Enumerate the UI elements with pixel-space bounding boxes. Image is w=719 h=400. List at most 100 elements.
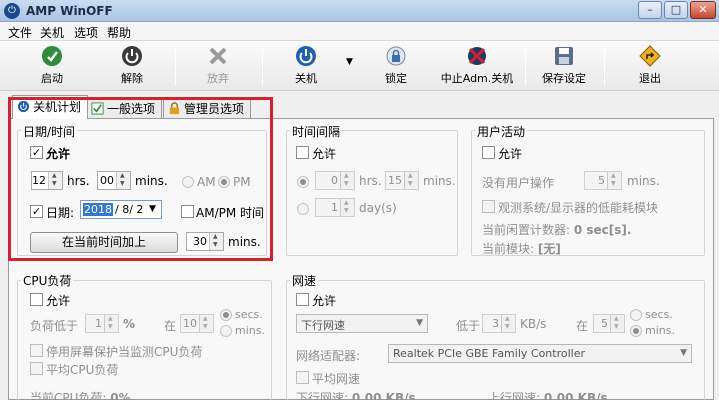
network-up-speed: 上行网速: 0.00 KB/s [488,391,608,400]
network-speed-spinner[interactable]: 3 [482,314,516,333]
cpu-load-spinner[interactable]: 1 [85,314,119,333]
maximize-button[interactable]: □ [664,1,688,19]
cpu-secs-radio[interactable] [220,309,232,321]
date-picker[interactable]: 2018 / 8/ 2 ▼ [80,200,162,219]
am-label: AM [197,175,216,189]
network-within-label: 在 [576,319,589,333]
cpu-mins-radio[interactable] [220,325,232,337]
tab-shutdown-schedule[interactable]: 关机计划 [12,95,89,119]
observe-lowpower-checkbox[interactable] [482,200,495,213]
idle-counter-label: 当前闲置计数器: 0 sec[s]. [482,223,632,237]
current-module-label: 当前模块: [无] [482,242,561,256]
network-allow-label: 允许 [312,294,337,308]
date-year: 2018 [83,203,113,216]
abort-admin-shutdown-button[interactable]: 中止Adm.关机 [440,44,514,88]
interval-allow-label: 允许 [312,147,337,161]
am-radio[interactable] [182,176,194,188]
hours-spinner[interactable]: 12 [31,171,63,190]
network-adapter-label: 网络适配器: [296,349,361,363]
network-direction-select[interactable]: 下行网速 ▼ [296,314,428,333]
date-month-day: / 8/ 2 [115,203,144,216]
shutdown-power-icon [296,46,316,66]
tab-power-icon [17,100,30,113]
cpu-average-checkbox[interactable] [30,362,43,375]
lock-button[interactable]: 锁定 [374,44,418,88]
menu-shutdown[interactable]: 关机 [40,24,64,41]
cpu-secs-label: secs. [235,308,263,321]
interval-hrs-label: hrs. [359,174,382,188]
toolbar-separator [604,47,605,85]
ampm-time-checkbox[interactable] [181,205,194,218]
cpu-load-below-label: 负荷低于 [30,319,79,333]
save-settings-button[interactable]: 保存设定 [538,44,590,88]
add-to-current-time-button[interactable]: 在当前时间加上 [30,232,178,253]
exit-button[interactable]: 退出 [628,44,672,88]
network-within-spinner[interactable]: 5 [593,314,625,333]
hrs-label: hrs. [67,174,90,188]
lock-icon [386,46,406,66]
datetime-allow-label: 允许 [46,147,71,161]
network-mins-label: mins. [645,324,675,337]
cross-icon [209,47,227,65]
abort-icon [468,47,486,65]
interval-days-spinner[interactable]: 1 [315,198,355,217]
network-down-speed: 下行网速: 0.00 KB/s [296,391,416,400]
pm-radio[interactable] [218,176,230,188]
interval-minutes-spinner[interactable]: 15 [385,171,419,190]
network-secs-radio[interactable] [630,309,642,321]
start-icon [42,46,62,66]
cpu-mins-label: mins. [235,324,265,337]
network-allow-checkbox[interactable] [296,293,309,306]
menu-file[interactable]: 文件 [8,24,32,41]
datetime-group-title: 日期/时间 [21,123,78,140]
cpu-allow-checkbox[interactable] [30,293,43,306]
cpu-average-label: 平均CPU负荷 [46,363,119,377]
close-button[interactable]: ✕ [690,1,716,19]
cpu-percent-label: % [123,317,136,331]
user-activity-group-title: 用户活动 [475,123,528,140]
menu-bar: 文件 关机 选项 帮助 [0,22,719,41]
exit-icon [639,45,661,67]
interval-mins-label: mins. [423,174,456,188]
date-checkbox[interactable]: ✓ [30,205,43,218]
unlock-button[interactable]: 解除 [110,44,154,88]
pm-label: PM [233,175,251,189]
network-mins-radio[interactable] [630,325,642,337]
interval-group-title: 时间间隔 [290,123,343,140]
app-power-icon: ⏻ [4,3,20,19]
interval-days-label: day(s) [359,201,397,215]
power-icon [122,46,142,66]
tab-checkbox-icon [91,102,104,115]
add-minutes-spinner[interactable]: 30 [186,232,224,251]
interval-hours-spinner[interactable]: 0 [315,171,355,190]
menu-help[interactable]: 帮助 [107,24,131,41]
start-button[interactable]: 启动 [30,44,74,88]
shutdown-dropdown-arrow[interactable]: ▼ [346,57,353,67]
interval-hours-radio[interactable] [297,176,309,188]
datetime-allow-checkbox[interactable]: ✓ [30,146,43,159]
discard-button[interactable]: 放弃 [196,44,240,88]
tab-general-options[interactable]: 一般选项 [86,97,163,118]
toolbar-separator [175,47,176,85]
network-average-label: 平均网速 [312,372,361,386]
cpu-screensaver-checkbox[interactable] [30,344,43,357]
user-activity-allow-label: 允许 [498,147,523,161]
no-user-minutes-spinner[interactable]: 5 [584,171,622,190]
network-speed-unit: KB/s [520,317,547,331]
network-average-checkbox[interactable] [296,371,309,384]
network-adapter-select[interactable]: Realtek PCIe GBE Family Controller ▼ [388,344,692,363]
window-title: AMP WinOFF [26,4,113,18]
cpu-within-label: 在 [164,319,177,333]
save-disk-icon [555,47,573,65]
minimize-button[interactable]: – [638,1,662,19]
user-activity-allow-checkbox[interactable] [482,146,495,159]
minutes-spinner[interactable]: 00 [97,171,131,190]
tab-admin-options[interactable]: 管理员选项 [163,97,252,118]
menu-options[interactable]: 选项 [74,24,98,41]
cpu-within-spinner[interactable]: 10 [180,314,214,333]
cpu-group-title: CPU负荷 [21,272,74,289]
interval-allow-checkbox[interactable] [296,146,309,159]
date-dropdown-icon: ▼ [149,204,156,214]
interval-days-radio[interactable] [297,203,309,215]
shutdown-button[interactable]: 关机 [284,44,328,88]
